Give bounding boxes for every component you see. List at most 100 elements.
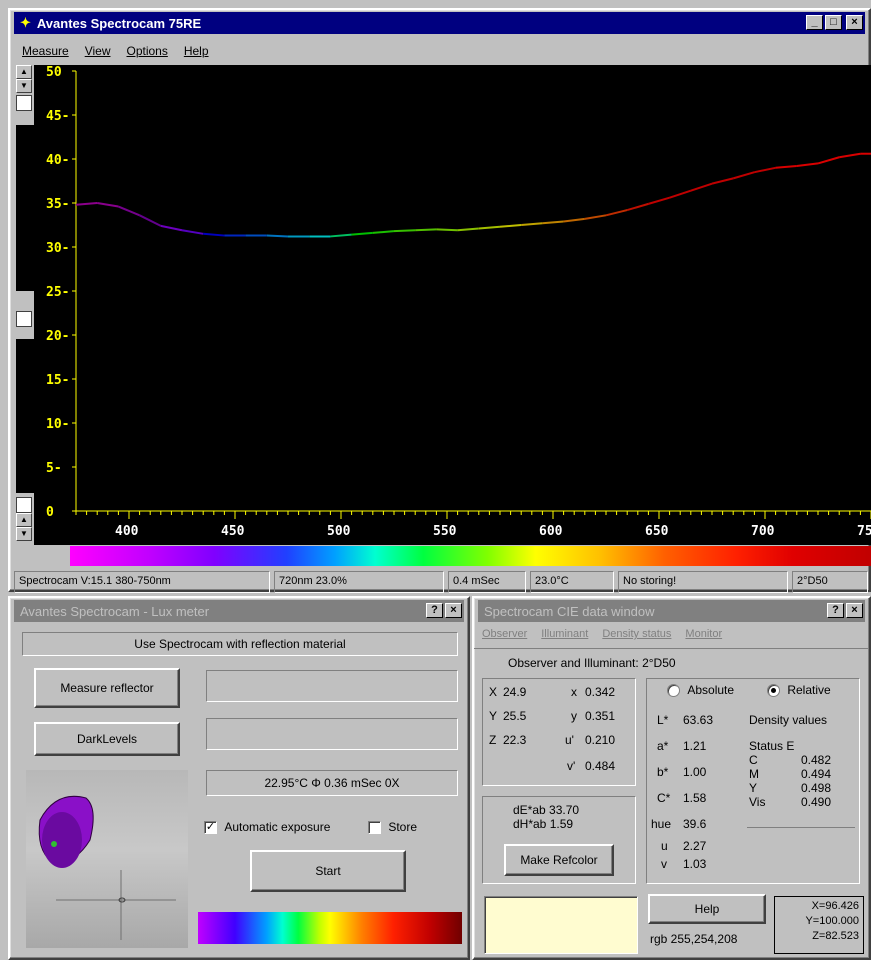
main-title: Avantes Spectrocam 75RE	[36, 15, 202, 31]
white-point-x: X=96.426	[811, 900, 859, 912]
bottom-check-box[interactable]	[16, 497, 32, 513]
xyz-value-x: 0.342	[585, 685, 616, 699]
cie-close-button[interactable]: ×	[846, 603, 863, 618]
auto-exposure-check[interactable]: ✓	[204, 821, 217, 835]
lux-meter-window: Avantes Spectrocam - Lux meter ? × Use S…	[8, 596, 470, 960]
lux-field-1	[206, 670, 458, 702]
color-swatch	[484, 896, 638, 954]
spectrum-curve-segment	[436, 228, 458, 232]
spectrum-curve-segment	[351, 231, 373, 236]
rgb-value: rgb 255,254,208	[650, 932, 738, 946]
lab-value-a: 1.21	[683, 739, 707, 753]
store-checkbox[interactable]: Store	[368, 820, 417, 835]
spectrum-curve-segment	[118, 205, 140, 217]
lab-label-C: C*	[657, 791, 671, 805]
density-title: Density values	[749, 713, 828, 727]
x-tick-label: 600	[539, 524, 563, 539]
spectrum-curve-segment	[732, 171, 755, 180]
status-exposure: 0.4 mSec	[448, 571, 526, 593]
lux-close-button[interactable]: ×	[445, 603, 462, 618]
make-refcolor-button[interactable]: Make Refcolor	[504, 844, 614, 876]
xyz-label-u: u'	[565, 733, 574, 747]
y-tick-label: 40-	[46, 153, 69, 168]
de-ab: dE*ab 33.70	[513, 803, 580, 817]
lab-label-v: v	[661, 857, 667, 871]
relative-radio[interactable]: Relative	[767, 683, 831, 698]
density-divider	[747, 827, 855, 828]
lux-title: Avantes Spectrocam - Lux meter	[20, 603, 210, 619]
x-tick-label: 650	[645, 524, 669, 539]
absolute-radio[interactable]: Absolute	[667, 683, 734, 698]
menu-options[interactable]: Options	[126, 44, 167, 58]
y-tick-label: 5-	[46, 461, 62, 476]
spectrum-curve-segment	[266, 234, 289, 238]
y-tick-label: 20-	[46, 329, 69, 344]
spectrum-curve-segment	[796, 162, 819, 168]
status-temperature: 23.0°C	[530, 571, 614, 593]
cie-menubar: Observer Illuminant Density status Monit…	[482, 628, 722, 640]
menu-measure[interactable]: Measure	[22, 44, 69, 58]
bottom-side-controls: ▲ ▼	[16, 493, 34, 545]
y-tick-label: 15-	[46, 373, 69, 388]
scroll-up-icon[interactable]: ▲	[16, 65, 32, 79]
x-tick-label: 450	[221, 524, 245, 539]
spectrum-curve-segment	[775, 165, 797, 169]
menu-divider	[474, 648, 869, 649]
lab-group: Absolute Relative L* 63.63 a* 1.21 b* 1.…	[646, 678, 860, 884]
mid-check-box[interactable]	[16, 311, 32, 327]
x-tick-label: 750	[857, 524, 871, 539]
white-point-z: Z=82.523	[812, 930, 859, 942]
menu-illuminant[interactable]: Illuminant	[541, 628, 588, 640]
y-tick-label: 35-	[46, 197, 69, 212]
auto-exposure-checkbox[interactable]: ✓ Automatic exposure	[204, 820, 330, 835]
xyz-value-y: 0.351	[585, 709, 616, 723]
density-label-Y: Y	[749, 781, 758, 795]
menu-monitor[interactable]: Monitor	[685, 628, 722, 640]
lab-label-L: L*	[657, 713, 669, 727]
cie-titlebar[interactable]: Spectrocam CIE data window ? ×	[478, 600, 865, 622]
spectrum-curve-segment	[542, 220, 564, 225]
xyz-value-u: 0.210	[585, 733, 616, 747]
scroll-down-icon[interactable]: ▼	[16, 527, 32, 541]
spectrum-curve-segment	[839, 152, 861, 159]
maximize-button[interactable]: □	[825, 15, 842, 30]
menu-view[interactable]: View	[85, 44, 111, 58]
cie-help-action-button[interactable]: Help	[648, 894, 766, 924]
lux-color-bar	[198, 912, 462, 944]
spectrum-curve-segment	[97, 202, 119, 208]
minimize-button[interactable]: _	[806, 15, 823, 30]
status-e: Status E	[749, 739, 795, 753]
start-button[interactable]: Start	[250, 850, 406, 892]
status-observer: 2°D50	[792, 571, 868, 593]
spectrum-curve-segment	[478, 225, 501, 230]
lab-label-hue: hue	[651, 817, 672, 831]
main-titlebar[interactable]: ✦ Avantes Spectrocam 75RE _ □ ×	[14, 12, 865, 34]
main-statusbar: Spectrocam V:15.1 380-750nm 720nm 23.0% …	[14, 571, 869, 593]
relative-radio-dot[interactable]	[767, 684, 780, 698]
measure-reflector-button[interactable]: Measure reflector	[34, 668, 180, 708]
app-icon: ✦	[20, 15, 31, 30]
y-tick-label: 50	[46, 65, 62, 80]
menu-help[interactable]: Help	[184, 44, 209, 58]
close-button[interactable]: ×	[846, 15, 863, 30]
spectrum-curve-segment	[139, 214, 162, 227]
lux-field-2	[206, 718, 458, 750]
spectrum-curve-segment	[648, 196, 670, 205]
status-cursor: 720nm 23.0%	[274, 571, 444, 593]
top-check-box[interactable]	[16, 95, 32, 111]
scroll-up-icon[interactable]: ▲	[16, 513, 32, 527]
menu-observer[interactable]: Observer	[482, 628, 527, 640]
lux-titlebar[interactable]: Avantes Spectrocam - Lux meter ? ×	[14, 600, 464, 622]
menu-density-status[interactable]: Density status	[602, 628, 671, 640]
scroll-down-icon[interactable]: ▼	[16, 79, 32, 93]
absolute-radio-dot[interactable]	[667, 684, 680, 698]
store-check[interactable]	[368, 821, 381, 835]
spectrum-curve-segment	[372, 230, 395, 234]
spectrum-curve-segment	[626, 202, 649, 212]
xyz-label-v: v'	[567, 759, 576, 773]
density-value-M: 0.494	[801, 767, 832, 781]
dark-levels-button[interactable]: DarkLevels	[34, 722, 180, 756]
spectrum-curve-segment	[75, 202, 98, 206]
lux-help-button[interactable]: ?	[426, 603, 443, 618]
cie-help-button[interactable]: ?	[827, 603, 844, 618]
